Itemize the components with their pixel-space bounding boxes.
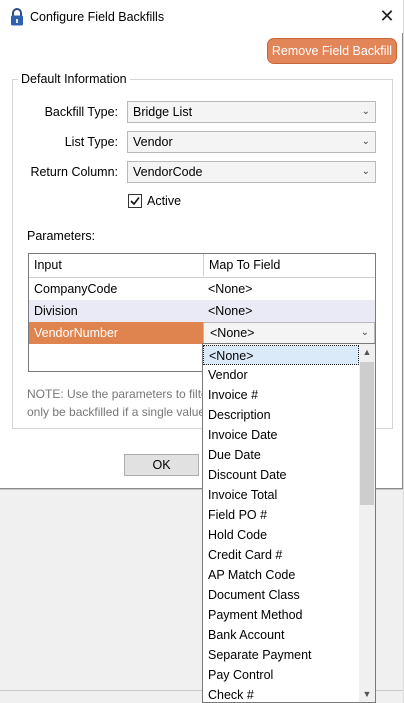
chevron-down-icon: ⌄ bbox=[361, 166, 370, 177]
row-input-cell: CompanyCode bbox=[34, 282, 118, 296]
table-row[interactable]: CompanyCode <None> bbox=[29, 278, 375, 300]
dropdown-option[interactable]: Payment Method bbox=[203, 605, 359, 625]
scrollbar-thumb[interactable] bbox=[360, 362, 374, 505]
row-map-cell[interactable]: <None> bbox=[203, 300, 375, 322]
backfill-type-label: Backfill Type: bbox=[44, 105, 118, 119]
note-line: NOTE: Use the parameters to filter bbox=[27, 387, 203, 401]
dropdown-option[interactable]: Pay Control bbox=[203, 665, 359, 685]
dropdown-option[interactable]: Bank Account bbox=[203, 625, 359, 645]
return-column-combo[interactable]: VendorCode ⌄ bbox=[127, 161, 376, 183]
dropdown-option[interactable]: <None> bbox=[203, 345, 359, 365]
note-text: NOTE: Use the parameters to filter only … bbox=[27, 385, 203, 421]
close-button[interactable]: ✕ bbox=[372, 2, 402, 30]
dropdown-option[interactable]: Description bbox=[203, 405, 359, 425]
dropdown-option[interactable]: Credit Card # bbox=[203, 545, 359, 565]
return-column-value: VendorCode bbox=[133, 165, 203, 179]
return-column-label: Return Column: bbox=[30, 165, 118, 179]
dropdown-option[interactable]: Invoice Date bbox=[203, 425, 359, 445]
dropdown-option[interactable]: Discount Date bbox=[203, 465, 359, 485]
active-checkbox[interactable] bbox=[128, 194, 142, 208]
list-type-label: List Type: bbox=[64, 135, 118, 149]
group-legend: Default Information bbox=[18, 72, 130, 86]
remove-field-backfill-button[interactable]: Remove Field Backfill bbox=[267, 38, 397, 64]
ok-button[interactable]: OK bbox=[124, 454, 199, 476]
dropdown-option[interactable]: Hold Code bbox=[203, 525, 359, 545]
dropdown-option[interactable]: AP Match Code bbox=[203, 565, 359, 585]
dropdown-scrollbar[interactable]: ▲ ▼ bbox=[359, 344, 375, 702]
dropdown-option[interactable]: Due Date bbox=[203, 445, 359, 465]
row-map-cell[interactable]: <None> bbox=[203, 278, 375, 300]
backfill-type-combo[interactable]: Bridge List ⌄ bbox=[127, 101, 376, 123]
row-input-cell: VendorNumber bbox=[29, 322, 203, 344]
column-header-map-to-field[interactable]: Map To Field bbox=[204, 254, 375, 276]
list-type-value: Vendor bbox=[133, 135, 173, 149]
map-to-field-value: <None> bbox=[210, 326, 255, 340]
title-bar: Configure Field Backfills ✕ bbox=[0, 0, 403, 33]
window-title: Configure Field Backfills bbox=[30, 10, 165, 24]
dropdown-option[interactable]: Vendor bbox=[203, 365, 359, 385]
active-label: Active bbox=[147, 194, 182, 208]
column-header-input[interactable]: Input bbox=[29, 254, 203, 276]
checkmark-icon bbox=[130, 197, 140, 206]
backfill-type-value: Bridge List bbox=[133, 105, 193, 119]
dropdown-option[interactable]: Field PO # bbox=[203, 505, 359, 525]
scroll-down-arrow-icon[interactable]: ▼ bbox=[359, 686, 375, 702]
map-to-field-dropdown-list[interactable]: <None> Vendor Invoice # Description Invo… bbox=[202, 343, 376, 703]
parameters-label: Parameters: bbox=[27, 229, 96, 243]
dropdown-option[interactable]: Document Class bbox=[203, 585, 359, 605]
dropdown-option[interactable]: Separate Payment bbox=[203, 645, 359, 665]
grid-header: Input Map To Field bbox=[29, 254, 375, 278]
note-line: only be backfilled if a single value bbox=[27, 405, 203, 419]
dropdown-option[interactable]: Invoice # bbox=[203, 385, 359, 405]
scroll-up-arrow-icon[interactable]: ▲ bbox=[359, 344, 375, 360]
lock-icon bbox=[9, 7, 25, 27]
row-input-cell: Division bbox=[34, 304, 78, 318]
chevron-down-icon: ⌄ bbox=[361, 136, 370, 147]
chevron-down-icon: ⌄ bbox=[361, 106, 370, 117]
map-to-field-combo[interactable]: <None> ⌄ bbox=[203, 322, 375, 344]
table-row[interactable]: Division <None> bbox=[29, 300, 375, 322]
chevron-down-icon: ⌄ bbox=[360, 327, 369, 338]
dropdown-option[interactable]: Check # bbox=[203, 685, 359, 702]
list-type-combo[interactable]: Vendor ⌄ bbox=[127, 131, 376, 153]
dropdown-option[interactable]: Invoice Total bbox=[203, 485, 359, 505]
table-row-selected[interactable]: VendorNumber <None> ⌄ bbox=[29, 322, 375, 344]
